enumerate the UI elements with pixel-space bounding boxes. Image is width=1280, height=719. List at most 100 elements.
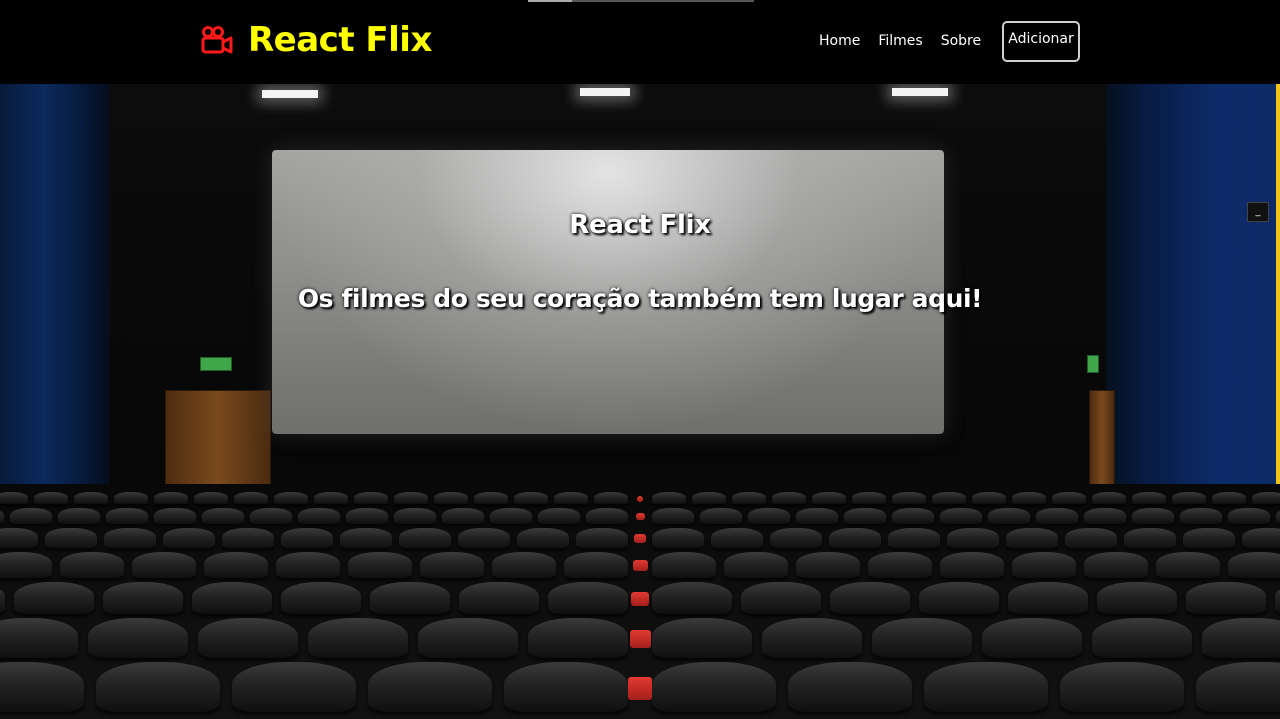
theater-seat bbox=[420, 552, 484, 578]
theater-seat bbox=[348, 552, 412, 578]
theater-seat bbox=[1124, 528, 1176, 548]
theater-seat bbox=[474, 492, 508, 504]
brand-title: React Flix bbox=[248, 20, 432, 60]
theater-seat bbox=[1097, 582, 1177, 614]
main-nav: Home Filmes Sobre bbox=[810, 20, 990, 62]
theater-seat bbox=[514, 492, 548, 504]
theater-seat bbox=[872, 618, 972, 658]
theater-seat bbox=[947, 528, 999, 548]
theater-seat bbox=[700, 508, 742, 524]
theater-seat bbox=[1212, 492, 1246, 504]
theater-seat bbox=[154, 508, 196, 524]
theater-seat bbox=[940, 508, 982, 524]
theater-seat bbox=[1092, 492, 1126, 504]
theater-seat bbox=[1202, 618, 1280, 658]
exit-sign bbox=[1087, 355, 1099, 373]
theater-seat bbox=[812, 492, 846, 504]
movie-camera-icon bbox=[201, 26, 233, 54]
nav-link-filmes[interactable]: Filmes bbox=[869, 33, 931, 49]
theater-seat bbox=[490, 508, 532, 524]
nav-link-home[interactable]: Home bbox=[810, 33, 869, 49]
theater-seat bbox=[0, 552, 52, 578]
theater-seat bbox=[1276, 508, 1280, 524]
site-header: React Flix Home Filmes Sobre Adicionar bbox=[0, 0, 1280, 84]
theater-seat bbox=[830, 582, 910, 614]
cup-holder bbox=[629, 630, 651, 648]
theater-seat bbox=[74, 492, 108, 504]
theater-seat bbox=[1036, 508, 1078, 524]
theater-seat bbox=[10, 508, 52, 524]
theater-seat bbox=[1228, 508, 1270, 524]
theater-seat bbox=[748, 508, 790, 524]
theater-seat bbox=[14, 582, 94, 614]
theater-seat bbox=[888, 528, 940, 548]
theater-seat bbox=[762, 618, 862, 658]
theater-seat bbox=[829, 528, 881, 548]
theater-seat bbox=[972, 492, 1006, 504]
theater-seat bbox=[198, 618, 298, 658]
ceiling-light bbox=[262, 90, 318, 98]
hero-section: React Flix Os filmes do seu coração tamb… bbox=[0, 84, 1280, 719]
theater-seat bbox=[1012, 552, 1076, 578]
theater-seat bbox=[202, 508, 244, 524]
theater-seat bbox=[924, 662, 1048, 712]
theater-seat bbox=[418, 618, 518, 658]
theater-seat bbox=[770, 528, 822, 548]
theater-seat bbox=[504, 662, 628, 712]
theater-seat bbox=[1172, 492, 1206, 504]
theater-seat bbox=[276, 552, 340, 578]
theater-seat bbox=[988, 508, 1030, 524]
cup-holder bbox=[628, 677, 652, 700]
nav-link-sobre[interactable]: Sobre bbox=[932, 33, 990, 49]
theater-seat bbox=[576, 528, 628, 548]
theater-seat bbox=[554, 492, 588, 504]
theater-seat bbox=[0, 582, 5, 614]
theater-seat bbox=[58, 508, 100, 524]
theater-seat bbox=[652, 618, 752, 658]
theater-seat bbox=[852, 492, 886, 504]
theater-seat bbox=[114, 492, 148, 504]
theater-seat bbox=[399, 528, 451, 548]
theater-seat bbox=[204, 552, 268, 578]
theater-seat bbox=[932, 492, 966, 504]
theater-seat bbox=[442, 508, 484, 524]
theater-seat bbox=[194, 492, 228, 504]
theater-seat bbox=[281, 582, 361, 614]
page: React Flix Home Filmes Sobre Adicionar R… bbox=[0, 0, 1280, 719]
minimize-icon[interactable]: _ bbox=[1247, 202, 1269, 222]
theater-seat bbox=[0, 528, 38, 548]
hero-title: React Flix bbox=[569, 210, 711, 240]
theater-seat bbox=[222, 528, 274, 548]
cup-holder bbox=[631, 591, 649, 606]
brand-link[interactable]: React Flix bbox=[200, 18, 432, 62]
theater-seat bbox=[88, 618, 188, 658]
scroll-indicator bbox=[528, 0, 754, 2]
theater-seat bbox=[232, 662, 356, 712]
theater-seat bbox=[103, 582, 183, 614]
theater-seat bbox=[538, 508, 580, 524]
theater-seat bbox=[652, 552, 716, 578]
theater-seat bbox=[459, 582, 539, 614]
theater-seat bbox=[586, 508, 628, 524]
add-button[interactable]: Adicionar bbox=[1002, 21, 1080, 62]
theater-seat bbox=[692, 492, 726, 504]
theater-seats bbox=[0, 484, 1280, 719]
theater-seat bbox=[1084, 552, 1148, 578]
theater-seat bbox=[564, 552, 628, 578]
theater-seat bbox=[844, 508, 886, 524]
theater-seat bbox=[548, 582, 628, 614]
theater-seat bbox=[250, 508, 292, 524]
theater-seat bbox=[0, 662, 84, 712]
cup-holder bbox=[632, 559, 648, 572]
theater-seat bbox=[192, 582, 272, 614]
theater-seat bbox=[796, 552, 860, 578]
theater-seat bbox=[788, 662, 912, 712]
theater-seat bbox=[1008, 582, 1088, 614]
theater-seat bbox=[394, 492, 428, 504]
theater-seat bbox=[1065, 528, 1117, 548]
theater-seat bbox=[314, 492, 348, 504]
theater-seat bbox=[281, 528, 333, 548]
theater-seat bbox=[1052, 492, 1086, 504]
theater-seat bbox=[1132, 508, 1174, 524]
theater-seat bbox=[1196, 662, 1280, 712]
